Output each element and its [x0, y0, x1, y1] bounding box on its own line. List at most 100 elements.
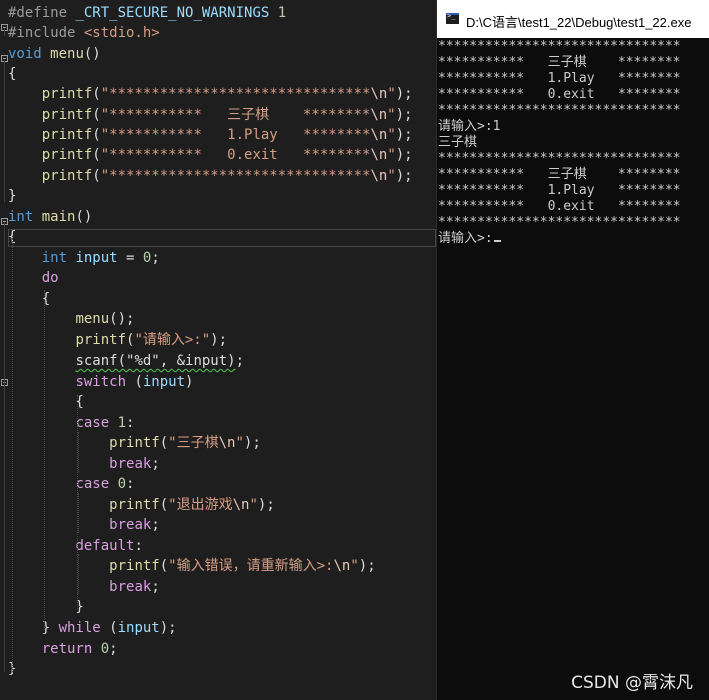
code-token: );	[395, 86, 413, 102]
code-token: "	[249, 497, 258, 513]
indent-guide-default	[78, 554, 79, 594]
code-line[interactable]: {	[8, 392, 84, 412]
console-window[interactable]: D:\C语言\test1_22\Debug\test1_22.exe *****…	[436, 0, 709, 700]
code-line[interactable]: printf("*********** 三子棋 ********\n");	[8, 105, 413, 125]
code-token: ()	[75, 209, 93, 225]
code-token: );	[395, 168, 413, 184]
code-token: printf	[41, 86, 93, 102]
code-line[interactable]: do	[8, 268, 59, 288]
fold-bar-menu	[4, 60, 5, 202]
code-token: break	[109, 517, 152, 533]
code-line[interactable]: menu();	[8, 309, 134, 329]
fold-bar-define	[4, 28, 5, 36]
code-token: printf	[109, 435, 160, 451]
code-line[interactable]: printf("请输入>:");	[8, 330, 227, 350]
console-line: 三子棋	[438, 135, 478, 150]
code-line[interactable]: switch (input)	[8, 372, 193, 392]
code-token: input	[142, 374, 186, 390]
console-app-icon	[446, 12, 459, 24]
code-token: do	[41, 270, 59, 286]
code-line[interactable]: printf("*******************************\…	[8, 166, 413, 186]
code-line[interactable]: int input = 0;	[8, 248, 160, 268]
code-token: ();	[109, 311, 135, 327]
code-token: printf	[109, 497, 160, 513]
code-token: printf	[109, 558, 160, 574]
code-token: \n	[370, 86, 388, 102]
code-token: );	[395, 147, 413, 163]
code-token: "	[387, 86, 396, 102]
code-token: {	[8, 394, 84, 410]
code-token: "	[350, 558, 359, 574]
code-token: input	[117, 620, 160, 636]
console-line: 请输入>:1	[438, 119, 501, 134]
code-token: case	[75, 415, 110, 431]
code-token: default	[75, 538, 135, 554]
code-token: ;	[151, 250, 160, 266]
code-line[interactable]: printf("三子棋\n");	[8, 433, 261, 453]
code-line[interactable]: break;	[8, 454, 160, 474]
code-line[interactable]: printf("输入错误，请重新输入>:\n");	[8, 556, 376, 576]
code-line[interactable]: int main()	[8, 207, 92, 227]
code-line[interactable]: case 0:	[8, 474, 134, 494]
code-token: "*********** 0.exit ********	[100, 147, 371, 163]
code-token: {	[8, 66, 17, 82]
code-token: ;	[151, 579, 160, 595]
code-token: ;	[235, 353, 245, 369]
code-token: "*******************************	[100, 86, 371, 102]
code-line[interactable]: #include <stdio.h>	[8, 23, 160, 43]
code-token: );	[358, 558, 376, 574]
code-token: #include	[8, 25, 84, 41]
code-token: );	[159, 620, 177, 636]
console-line: *******************************	[438, 39, 681, 54]
code-line[interactable]: printf("退出游戏\n");	[8, 495, 275, 515]
code-token: (	[100, 620, 118, 636]
code-token: "请输入>:"	[134, 332, 211, 348]
code-line[interactable]: break;	[8, 515, 160, 535]
code-token: );	[210, 332, 228, 348]
code-line[interactable]: #define _CRT_SECURE_NO_WARNINGS 1	[8, 3, 286, 23]
code-line[interactable]: printf("*********** 1.Play ********\n");	[8, 125, 413, 145]
code-line[interactable]: }	[8, 597, 83, 617]
code-token: 1	[117, 415, 127, 431]
fold-bar-main	[4, 222, 5, 672]
code-token: ;	[151, 456, 160, 472]
code-line[interactable]: void menu()	[8, 44, 101, 64]
code-token: (	[92, 147, 101, 163]
code-token: "	[387, 168, 396, 184]
code-token: break	[109, 456, 152, 472]
code-line[interactable]: {	[8, 64, 16, 84]
code-line[interactable]: default:	[8, 536, 142, 556]
code-token: (	[92, 168, 101, 184]
code-line[interactable]: case 1:	[8, 413, 134, 433]
current-line-highlight	[8, 229, 436, 247]
code-line[interactable]: } while (input);	[8, 618, 177, 638]
code-line[interactable]: return 0;	[8, 639, 118, 659]
code-token: break	[109, 579, 152, 595]
code-line[interactable]: printf("*******************************\…	[8, 84, 413, 104]
code-editor[interactable]: #define _CRT_SECURE_NO_WARNINGS 1 #includ…	[0, 0, 436, 700]
code-token: 1	[277, 5, 287, 21]
code-token: );	[257, 497, 275, 513]
console-titlebar[interactable]: D:\C语言\test1_22\Debug\test1_22.exe	[437, 0, 709, 38]
code-token: scanf("%d", &input)	[75, 353, 236, 369]
console-line: *******************************	[438, 151, 681, 166]
code-line[interactable]: printf("*********** 0.exit ********\n");	[8, 145, 413, 165]
code-token: =	[117, 250, 143, 266]
code-token: #define	[8, 5, 76, 21]
code-token: menu	[75, 311, 110, 327]
code-token: \n	[370, 168, 388, 184]
code-line[interactable]: break;	[8, 577, 160, 597]
code-line[interactable]: }	[8, 186, 16, 206]
